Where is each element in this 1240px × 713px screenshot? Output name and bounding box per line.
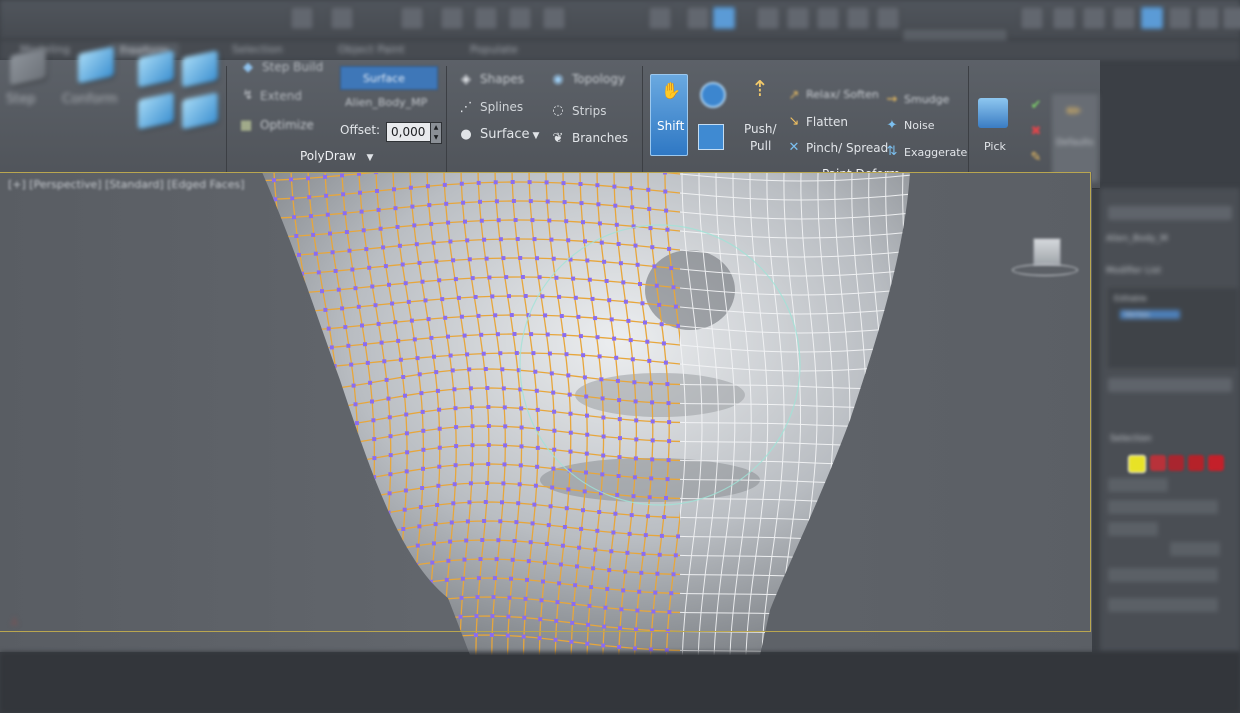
selection-swatch-3[interactable] bbox=[1168, 455, 1184, 471]
stack-item-editable[interactable]: Editable bbox=[1114, 294, 1147, 303]
rollout-option-2[interactable] bbox=[1108, 500, 1218, 514]
timeline-status-bar[interactable] bbox=[0, 652, 1240, 713]
selection-swatch-5[interactable] bbox=[1208, 455, 1224, 471]
retopology-mesh[interactable] bbox=[0, 0, 1100, 660]
ribbon-toggle-icon[interactable] bbox=[1140, 6, 1164, 30]
command-panel: Alien_Body_M Modifier List Editable Vert… bbox=[1100, 188, 1240, 652]
rollout-option-1[interactable] bbox=[1108, 478, 1168, 492]
head-surface bbox=[262, 172, 910, 655]
viewcube-compass-ring[interactable] bbox=[1012, 264, 1078, 276]
stack-toolbar[interactable] bbox=[1108, 378, 1232, 392]
selection-swatch-1[interactable] bbox=[1128, 455, 1146, 473]
stack-item-vertex[interactable]: Vertex bbox=[1120, 310, 1180, 319]
rollout-option-5[interactable] bbox=[1108, 568, 1218, 582]
material-editor-icon[interactable] bbox=[1222, 6, 1240, 30]
schematic-view-icon[interactable] bbox=[1196, 6, 1220, 30]
rollout-option-6[interactable] bbox=[1108, 598, 1218, 612]
selection-rollout-title[interactable]: Selection bbox=[1110, 434, 1151, 444]
modifier-list-dropdown[interactable]: Modifier List bbox=[1106, 266, 1161, 276]
rollout-option-3[interactable] bbox=[1108, 522, 1158, 536]
command-panel-tabs[interactable] bbox=[1108, 206, 1232, 220]
scene-explorer-icon[interactable] bbox=[1112, 6, 1136, 30]
selection-swatch-2[interactable] bbox=[1150, 455, 1166, 471]
curve-editor-icon[interactable] bbox=[1168, 6, 1192, 30]
axis-tripod-icon: ⊥ bbox=[10, 616, 19, 627]
selection-swatch-4[interactable] bbox=[1188, 455, 1204, 471]
viewcube[interactable] bbox=[1033, 238, 1061, 266]
rollout-option-4[interactable] bbox=[1170, 542, 1220, 556]
object-name-field[interactable]: Alien_Body_M bbox=[1106, 234, 1168, 244]
